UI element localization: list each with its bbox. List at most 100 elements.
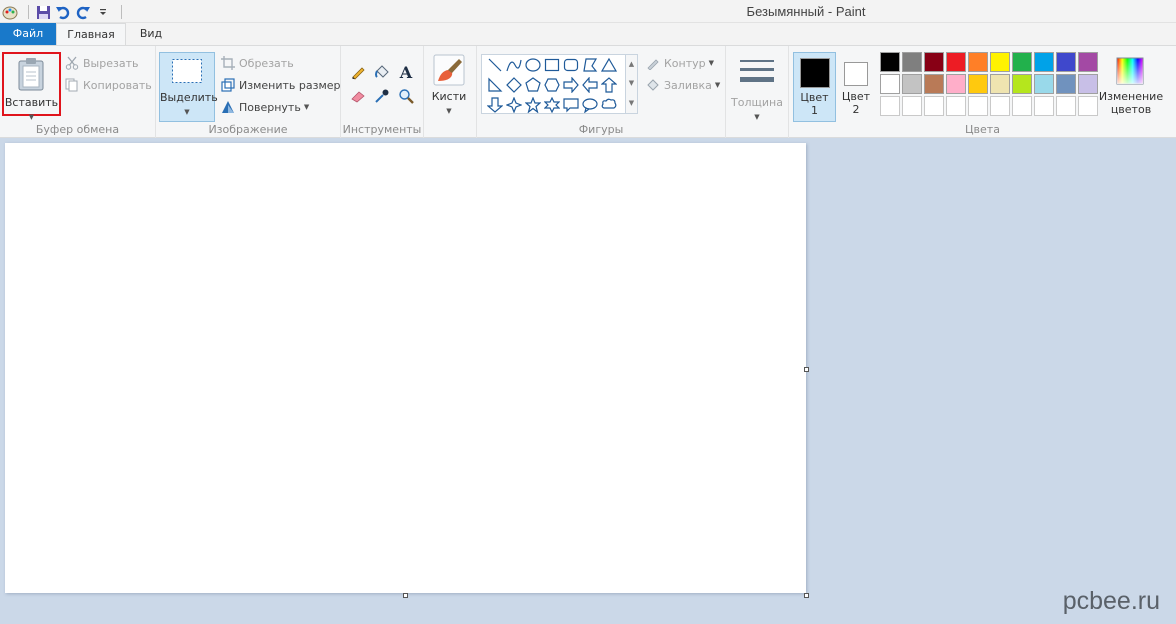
canvas-resize-handle-bottom[interactable] bbox=[403, 593, 408, 598]
six-point-star-shape-icon[interactable] bbox=[542, 95, 561, 115]
rounded-rectangle-shape-icon[interactable] bbox=[561, 55, 580, 75]
cut-button[interactable]: Вырезать bbox=[64, 53, 138, 73]
size-button[interactable]: Толщина ▼ bbox=[730, 52, 784, 122]
brushes-label: Кисти bbox=[431, 90, 467, 103]
expand-gallery-icon[interactable]: ▼ bbox=[626, 93, 637, 113]
up-arrow-shape-icon[interactable] bbox=[599, 75, 618, 95]
line-shape-icon[interactable] bbox=[485, 55, 504, 75]
resize-button[interactable]: Изменить размер bbox=[220, 75, 341, 95]
palette-color-swatch[interactable] bbox=[880, 52, 900, 72]
right-triangle-shape-icon[interactable] bbox=[485, 75, 504, 95]
pencil-icon[interactable] bbox=[346, 60, 370, 84]
color2-button[interactable]: Цвет 2 bbox=[838, 52, 874, 122]
palette-color-swatch[interactable] bbox=[990, 74, 1010, 94]
watermark: pcbee.ru bbox=[1062, 587, 1160, 615]
palette-color-swatch[interactable] bbox=[1078, 52, 1098, 72]
drawing-canvas[interactable] bbox=[5, 143, 806, 593]
rectangle-shape-icon[interactable] bbox=[542, 55, 561, 75]
canvas-resize-handle-right[interactable] bbox=[804, 367, 809, 372]
scroll-up-icon[interactable]: ▲ bbox=[626, 55, 637, 74]
outline-pen-icon bbox=[645, 55, 661, 71]
palette-color-swatch[interactable] bbox=[946, 52, 966, 72]
palette-color-swatch[interactable] bbox=[990, 52, 1010, 72]
palette-color-swatch[interactable] bbox=[902, 52, 922, 72]
color-picker-icon[interactable] bbox=[370, 84, 394, 108]
palette-color-swatch[interactable] bbox=[990, 96, 1010, 116]
shapes-scrollbar[interactable]: ▲ ▼ ▼ bbox=[626, 54, 638, 114]
rotate-label: Повернуть bbox=[239, 100, 301, 114]
brushes-button[interactable]: Кисти ▼ bbox=[428, 52, 470, 122]
color1-button[interactable]: Цвет 1 bbox=[793, 52, 836, 122]
curve-shape-icon[interactable] bbox=[504, 55, 523, 75]
palette-color-swatch[interactable] bbox=[1012, 96, 1032, 116]
hexagon-shape-icon[interactable] bbox=[542, 75, 561, 95]
palette-color-swatch[interactable] bbox=[1034, 74, 1054, 94]
palette-color-swatch[interactable] bbox=[880, 96, 900, 116]
palette-color-swatch[interactable] bbox=[968, 74, 988, 94]
rotate-dropdown-icon: ▼ bbox=[303, 103, 310, 111]
window-title: Безымянный - Paint bbox=[746, 4, 866, 19]
palette-color-swatch[interactable] bbox=[902, 74, 922, 94]
five-point-star-shape-icon[interactable] bbox=[523, 95, 542, 115]
right-arrow-shape-icon[interactable] bbox=[561, 75, 580, 95]
four-point-star-shape-icon[interactable] bbox=[504, 95, 523, 115]
fill-label: Заливка bbox=[664, 78, 712, 92]
workspace: pcbee.ru bbox=[0, 138, 1176, 624]
size-dropdown-icon: ▼ bbox=[754, 113, 760, 121]
fill-bucket-icon[interactable] bbox=[370, 60, 394, 84]
image-group-label: Изображение bbox=[208, 123, 288, 136]
colors-group-label: Цвета bbox=[965, 123, 1000, 136]
palette-color-swatch[interactable] bbox=[946, 96, 966, 116]
palette-color-swatch[interactable] bbox=[924, 52, 944, 72]
palette-color-swatch[interactable] bbox=[924, 96, 944, 116]
palette-color-swatch[interactable] bbox=[968, 96, 988, 116]
copy-button[interactable]: Копировать bbox=[64, 75, 152, 95]
cloud-callout-shape-icon[interactable] bbox=[599, 95, 618, 115]
tab-file[interactable]: Файл bbox=[0, 23, 56, 46]
scroll-down-icon[interactable]: ▼ bbox=[626, 74, 637, 93]
outline-button[interactable]: Контур ▼ bbox=[645, 53, 714, 73]
shapes-group-label: Фигуры bbox=[578, 123, 624, 136]
palette-color-swatch[interactable] bbox=[968, 52, 988, 72]
eraser-icon[interactable] bbox=[346, 84, 370, 108]
palette-color-swatch[interactable] bbox=[1056, 96, 1076, 116]
oval-callout-shape-icon[interactable] bbox=[580, 95, 599, 115]
magnifier-icon[interactable] bbox=[394, 84, 418, 108]
diamond-shape-icon[interactable] bbox=[504, 75, 523, 95]
tab-home[interactable]: Главная bbox=[56, 23, 126, 46]
oval-shape-icon[interactable] bbox=[523, 55, 542, 75]
text-tool-icon[interactable]: A bbox=[394, 60, 418, 84]
palette-color-swatch[interactable] bbox=[1012, 74, 1032, 94]
triangle-shape-icon[interactable] bbox=[599, 55, 618, 75]
palette-color-swatch[interactable] bbox=[1012, 52, 1032, 72]
left-arrow-shape-icon[interactable] bbox=[580, 75, 599, 95]
canvas-resize-handle-corner[interactable] bbox=[804, 593, 809, 598]
color1-label: Цвет bbox=[800, 91, 829, 104]
palette-color-swatch[interactable] bbox=[1056, 74, 1076, 94]
rectangular-callout-shape-icon[interactable] bbox=[561, 95, 580, 115]
select-button[interactable]: Выделить ▼ bbox=[159, 52, 218, 122]
palette-color-swatch[interactable] bbox=[902, 96, 922, 116]
pentagon-shape-icon[interactable] bbox=[523, 75, 542, 95]
palette-color-swatch[interactable] bbox=[1078, 74, 1098, 94]
palette-color-swatch[interactable] bbox=[924, 74, 944, 94]
ribbon: Вставить ▼ Вырезать Копировать Буфер обме… bbox=[0, 45, 1176, 138]
palette-color-swatch[interactable] bbox=[946, 74, 966, 94]
edit-colors-label-line2: цветов bbox=[1110, 103, 1152, 116]
palette-color-swatch[interactable] bbox=[1034, 52, 1054, 72]
rotate-button[interactable]: Повернуть ▼ bbox=[220, 97, 309, 117]
fill-button[interactable]: Заливка ▼ bbox=[645, 75, 720, 95]
palette-color-swatch[interactable] bbox=[1056, 52, 1076, 72]
clipboard-icon bbox=[17, 57, 47, 94]
palette-color-swatch[interactable] bbox=[1034, 96, 1054, 116]
palette-color-swatch[interactable] bbox=[880, 74, 900, 94]
scissors-icon bbox=[64, 55, 80, 71]
crop-button[interactable]: Обрезать bbox=[220, 53, 294, 73]
tab-view[interactable]: Вид bbox=[128, 23, 174, 46]
polygon-shape-icon[interactable] bbox=[580, 55, 599, 75]
down-arrow-shape-icon[interactable] bbox=[485, 95, 504, 115]
edit-colors-button[interactable]: Изменение цветов bbox=[1098, 52, 1164, 122]
fill-dropdown-icon: ▼ bbox=[714, 81, 721, 89]
palette-color-swatch[interactable] bbox=[1078, 96, 1098, 116]
paste-button[interactable]: Вставить ▼ bbox=[2, 52, 61, 121]
